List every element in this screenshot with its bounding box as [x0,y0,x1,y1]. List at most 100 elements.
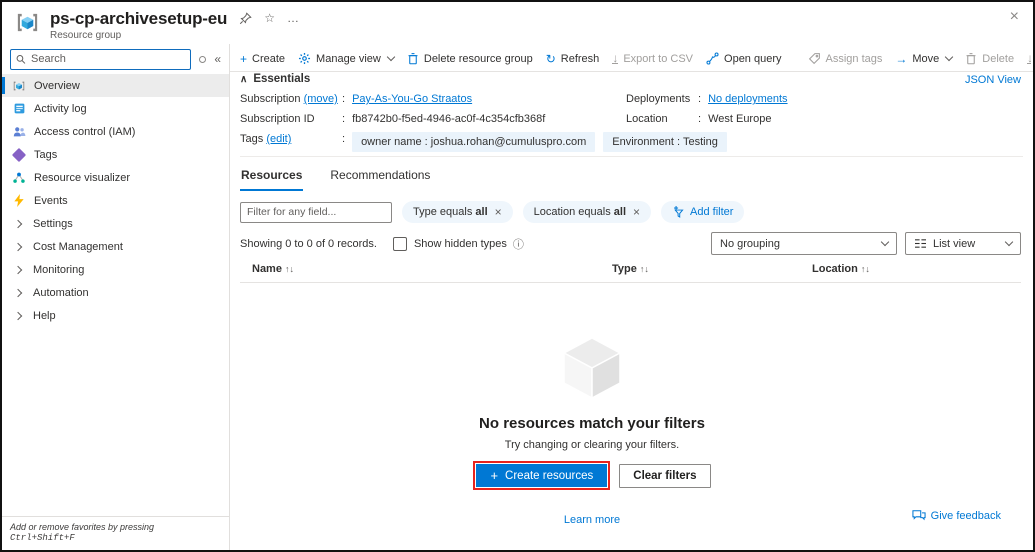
sort-icon: ↑↓ [861,264,870,274]
clear-filters-button[interactable]: Clear filters [619,464,710,488]
title-block: ps-cp-archivesetup-eu ☆ … Resource group [50,9,299,41]
delete-button[interactable]: Delete [965,52,1014,65]
sidebar-search[interactable] [10,49,191,70]
page-title: ps-cp-archivesetup-eu [50,9,227,29]
collapse-sidebar-icon[interactable]: « [214,53,221,65]
toolbar-divider [230,71,1033,72]
more-options-icon[interactable]: … [287,11,299,25]
column-location[interactable]: Location↑↓ [812,263,1021,275]
filter-pill-location[interactable]: Location equals all × [523,201,651,223]
sidebar-group-monitoring[interactable]: Monitoring [2,258,229,281]
sidebar-item-resource-visualizer[interactable]: Resource visualizer [2,166,229,189]
create-button[interactable]: + Create [240,53,285,65]
filter-bar: Type equals all × Location equals all × … [240,201,744,223]
remove-filter-icon[interactable]: × [633,205,640,219]
search-scope-icon[interactable] [199,56,206,63]
access-control-icon [12,125,26,139]
tag-pill-owner[interactable]: owner name : joshua.rohan@cumuluspro.com [352,132,595,152]
tags-row: Tags (edit) : owner name : joshua.rohan@… [240,132,620,152]
close-blade-icon[interactable]: × [1010,9,1019,25]
refresh-button[interactable]: ↻ Refresh [546,53,600,65]
trash-icon [965,52,977,65]
tag-icon [808,52,821,65]
column-name[interactable]: Name↑↓ [252,263,612,275]
sidebar-item-label: Activity log [34,103,87,115]
pin-icon[interactable] [239,12,252,25]
command-bar: + Create Manage view Delete resource gro… [240,48,1031,69]
content-tabs: Resources Recommendations [240,166,431,191]
json-view-link[interactable]: JSON View [965,74,1021,86]
essentials-divider [240,156,1023,157]
sidebar-item-label: Cost Management [33,241,123,253]
export-to-csv-button[interactable]: ↓ Export to CSV [612,53,693,65]
resource-menu-sidebar: « Overview Activity log [2,44,230,550]
sidebar-group-automation[interactable]: Automation [2,281,229,304]
sidebar-group-cost-management[interactable]: Cost Management [2,235,229,258]
download-icon: ↓ [1027,53,1031,65]
sidebar-item-activity-log[interactable]: Activity log [2,97,229,120]
sidebar-item-access-control[interactable]: Access control (IAM) [2,120,229,143]
add-filter-icon [672,206,685,219]
chevron-down-icon [387,53,395,61]
open-query-button[interactable]: Open query [706,52,781,65]
tab-recommendations[interactable]: Recommendations [329,166,431,191]
favorites-hint-text: Add or remove favorites by pressing [10,522,154,532]
chevron-right-icon [14,265,22,273]
tags-label: Tags [240,133,263,145]
create-resources-button[interactable]: + Create resources [476,464,607,487]
essentials-toggle[interactable]: ∧ Essentials [240,73,310,85]
empty-state-title: No resources match your filters [230,415,954,432]
delete-resource-group-button[interactable]: Delete resource group [407,52,533,65]
filter-field-input[interactable] [240,202,392,223]
add-filter-button[interactable]: Add filter [661,201,744,223]
resources-table-header: Name↑↓ Type↑↓ Location↑↓ [240,259,1021,283]
records-summary: Showing 0 to 0 of 0 records. [240,238,377,250]
filter-pill-type[interactable]: Type equals all × [402,201,513,223]
azure-portal-window: ps-cp-archivesetup-eu ☆ … Resource group… [0,0,1035,552]
favorite-star-icon[interactable]: ☆ [264,11,275,25]
info-icon[interactable]: ⓘ [513,236,524,252]
sidebar-item-label: Monitoring [33,264,84,276]
empty-cube-graphic [556,330,628,402]
learn-more-link[interactable]: Learn more [564,514,620,526]
sidebar-item-label: Settings [33,218,73,230]
remove-filter-icon[interactable]: × [495,205,502,219]
show-hidden-types-label: Show hidden types [414,238,507,250]
separator: : [698,112,701,126]
chevron-right-icon [14,311,22,319]
resource-visualizer-icon [12,171,26,185]
download-icon: ↓ [612,53,618,65]
give-feedback-link[interactable]: Give feedback [912,509,1001,522]
deployments-link[interactable]: No deployments [708,92,788,106]
move-button[interactable]: → Move [895,53,952,65]
tab-resources[interactable]: Resources [240,166,303,191]
assign-tags-button[interactable]: Assign tags [808,52,883,65]
separator: : [342,132,345,146]
manage-view-button[interactable]: Manage view [298,52,394,65]
show-hidden-types-checkbox[interactable] [393,237,407,251]
sidebar-item-overview[interactable]: Overview [2,74,229,97]
sidebar-group-settings[interactable]: Settings [2,212,229,235]
sidebar-item-events[interactable]: Events [2,189,229,212]
subscription-label: Subscription [240,93,301,105]
column-type[interactable]: Type↑↓ [612,263,812,275]
export-template-button[interactable]: ↓ Export template [1027,53,1031,65]
sidebar-group-help[interactable]: Help [2,304,229,327]
activity-log-icon [12,102,26,116]
query-icon [706,52,719,65]
edit-tags-link[interactable]: (edit) [266,133,291,145]
move-subscription-link[interactable]: (move) [304,93,338,105]
records-row: Showing 0 to 0 of 0 records. Show hidden… [240,232,1021,255]
view-dropdown[interactable]: List view [905,232,1021,255]
sidebar-item-label: Tags [34,149,57,161]
sidebar-item-tags[interactable]: Tags [2,143,229,166]
search-input[interactable] [31,53,185,65]
overview-icon [12,79,26,93]
subscription-link[interactable]: Pay-As-You-Go Straatos [352,92,472,106]
plus-icon: + [240,53,247,65]
refresh-icon: ↻ [546,53,556,65]
subscription-id-value: fb8742b0-f5ed-4946-ac0f-4c354cfb368f [352,112,545,126]
tag-pill-environment[interactable]: Environment : Testing [603,132,727,152]
sort-icon: ↑↓ [640,264,649,274]
grouping-dropdown[interactable]: No grouping [711,232,897,255]
